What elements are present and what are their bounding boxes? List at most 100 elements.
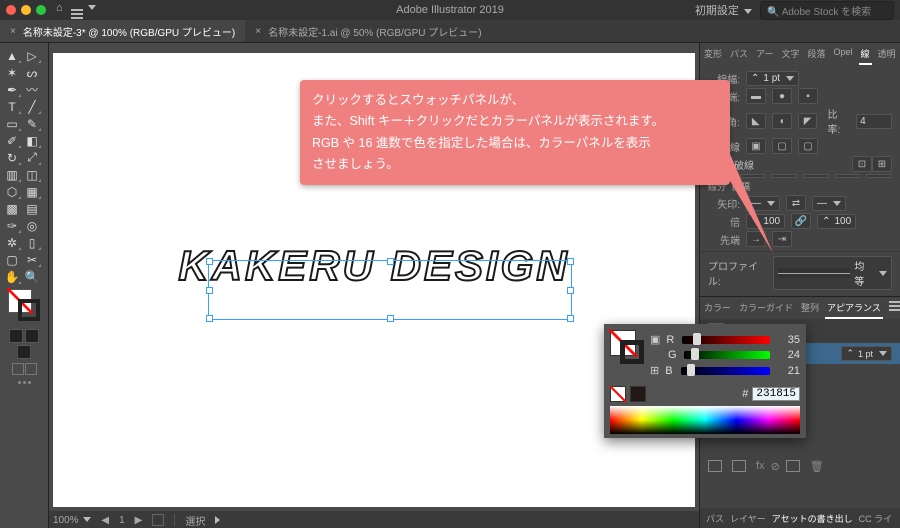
gap1-field[interactable]: [740, 174, 766, 178]
gradient-tool[interactable]: ▤: [22, 200, 42, 217]
r-value[interactable]: 35: [776, 334, 800, 346]
g-value[interactable]: 24: [776, 349, 800, 361]
none-swatch-button[interactable]: [610, 386, 626, 402]
pen-tool[interactable]: ✒: [2, 81, 22, 98]
screen-mode-buttons[interactable]: [2, 363, 46, 375]
tab-transform[interactable]: 変形: [700, 43, 726, 65]
maximize-window-button[interactable]: [36, 5, 46, 15]
none-mode-button[interactable]: [17, 345, 31, 359]
tab-asset-export[interactable]: アセットの書き出し: [772, 512, 853, 525]
eraser-tool[interactable]: ◧: [22, 132, 42, 149]
tab-paragraph[interactable]: 段落: [804, 43, 830, 65]
type-tool[interactable]: T: [2, 98, 22, 115]
profile-dropdown[interactable]: 均等: [773, 256, 892, 290]
align-outside-button[interactable]: ▢: [798, 138, 818, 154]
rectangle-tool[interactable]: ▭: [2, 115, 22, 132]
hex-input[interactable]: 231815: [752, 387, 800, 401]
tab-character[interactable]: 文字: [778, 43, 804, 65]
shaper-tool[interactable]: ✐: [2, 132, 22, 149]
line-tool[interactable]: ╱: [22, 98, 42, 115]
cap-square-button[interactable]: ▪: [798, 88, 818, 104]
join-round-button[interactable]: ◖: [772, 113, 792, 129]
text-object[interactable]: KAKERU DESIGN: [178, 242, 569, 290]
blend-tool[interactable]: ◎: [22, 217, 42, 234]
workspace-switcher[interactable]: 初期設定: [695, 2, 752, 18]
join-bevel-button[interactable]: ◤: [798, 113, 818, 129]
duplicate-item-button[interactable]: [786, 460, 800, 472]
color-panel-fillstroke[interactable]: [610, 330, 644, 364]
slice-tool[interactable]: ✂: [22, 251, 42, 268]
clear-appearance-button[interactable]: ⊘: [771, 460, 780, 473]
link-scale-button[interactable]: 🔗: [791, 213, 811, 229]
tab-pathfinder2[interactable]: パス: [706, 512, 724, 525]
dash3-field[interactable]: [835, 174, 861, 178]
column-graph-tool[interactable]: ▯: [22, 234, 42, 251]
delete-item-button[interactable]: 🗑: [810, 460, 824, 473]
tip-clip-button[interactable]: ⇥: [772, 231, 792, 247]
join-miter-button[interactable]: ◣: [746, 113, 766, 129]
cap-butt-button[interactable]: ▬: [746, 88, 766, 104]
adobe-stock-search[interactable]: 🔍 Adobe Stock を検索: [760, 1, 894, 20]
gradient-mode-button[interactable]: [25, 329, 39, 343]
close-tab-icon[interactable]: ×: [10, 26, 16, 37]
appearance-stroke-width[interactable]: ⌃ 1 pt: [841, 346, 892, 361]
color-mode-button[interactable]: [9, 329, 23, 343]
curvature-tool[interactable]: 〰: [22, 81, 42, 98]
artboard-tool[interactable]: ▢: [2, 251, 22, 268]
align-center-button[interactable]: ▣: [746, 138, 766, 154]
miter-ratio-field[interactable]: 4: [856, 114, 892, 129]
tab-transparency[interactable]: 透明: [874, 43, 900, 65]
perspective-grid-tool[interactable]: ▦: [22, 183, 42, 200]
b-value[interactable]: 21: [776, 365, 800, 377]
color-spectrum[interactable]: [610, 406, 800, 434]
arrow-scale-end[interactable]: ⌃ 100: [817, 214, 856, 229]
selection-tool[interactable]: ▲: [2, 47, 22, 64]
symbol-sprayer-tool[interactable]: ✲: [2, 234, 22, 251]
shape-builder-tool[interactable]: ⬡: [2, 183, 22, 200]
g-slider[interactable]: [684, 351, 770, 359]
hand-tool[interactable]: ✋: [2, 268, 22, 285]
width-tool[interactable]: ▥: [2, 166, 22, 183]
add-effect-button[interactable]: fx: [756, 460, 765, 473]
tab-pathfinder[interactable]: パス: [726, 43, 752, 65]
status-expand-icon[interactable]: [215, 516, 220, 524]
tab-stroke[interactable]: 線: [857, 43, 874, 65]
tab-color-guide[interactable]: カラーガイド: [735, 297, 797, 319]
b-slider[interactable]: [681, 367, 770, 375]
gap2-field[interactable]: [803, 174, 829, 178]
free-transform-tool[interactable]: ◫: [22, 166, 42, 183]
close-tab-icon[interactable]: ×: [255, 26, 261, 37]
tab-color[interactable]: カラー: [700, 297, 735, 319]
menu-icon[interactable]: [71, 2, 96, 19]
tab-align[interactable]: 整列: [797, 297, 823, 319]
arrow-end-field[interactable]: —: [812, 196, 846, 211]
zoom-tool[interactable]: 🔍: [22, 268, 42, 285]
dash2-field[interactable]: [771, 174, 797, 178]
r-slider[interactable]: [682, 336, 770, 344]
scale-tool[interactable]: ⤢: [22, 149, 42, 166]
paintbrush-tool[interactable]: ✎: [22, 115, 42, 132]
tab-layers[interactable]: レイヤー: [730, 512, 766, 525]
gap3-field[interactable]: [866, 174, 892, 178]
status-nav-right[interactable]: ▶: [135, 515, 143, 526]
zoom-level-field[interactable]: 100%: [53, 515, 91, 526]
dash-align2-button[interactable]: ⊞: [872, 156, 892, 172]
document-tab[interactable]: ×名称未設定-3* @ 100% (RGB/GPU プレビュー): [0, 20, 245, 42]
cap-round-button[interactable]: ●: [772, 88, 792, 104]
align-inside-button[interactable]: ▢: [772, 138, 792, 154]
tab-artboard[interactable]: アー: [752, 43, 777, 65]
current-color-swatch[interactable]: [630, 386, 646, 402]
artboard-nav-button[interactable]: [152, 514, 164, 526]
add-stroke-button[interactable]: [708, 460, 722, 472]
tab-appearance[interactable]: アピアランス: [823, 297, 885, 319]
fill-stroke-control[interactable]: [8, 289, 40, 321]
eyedropper-tool[interactable]: ✑: [2, 217, 22, 234]
tab-opentype[interactable]: Opel: [830, 43, 857, 65]
tab-cc-libraries[interactable]: CC ライ: [859, 512, 893, 525]
document-tab[interactable]: ×名称未設定-1.ai @ 50% (RGB/GPU プレビュー): [245, 20, 491, 42]
add-fill-button[interactable]: [732, 460, 746, 472]
arrow-swap-button[interactable]: ⇄: [786, 195, 806, 211]
status-nav-left[interactable]: ◀: [101, 515, 109, 526]
panel-menu-icon[interactable]: [885, 297, 900, 319]
home-icon[interactable]: ⌂: [56, 2, 63, 19]
